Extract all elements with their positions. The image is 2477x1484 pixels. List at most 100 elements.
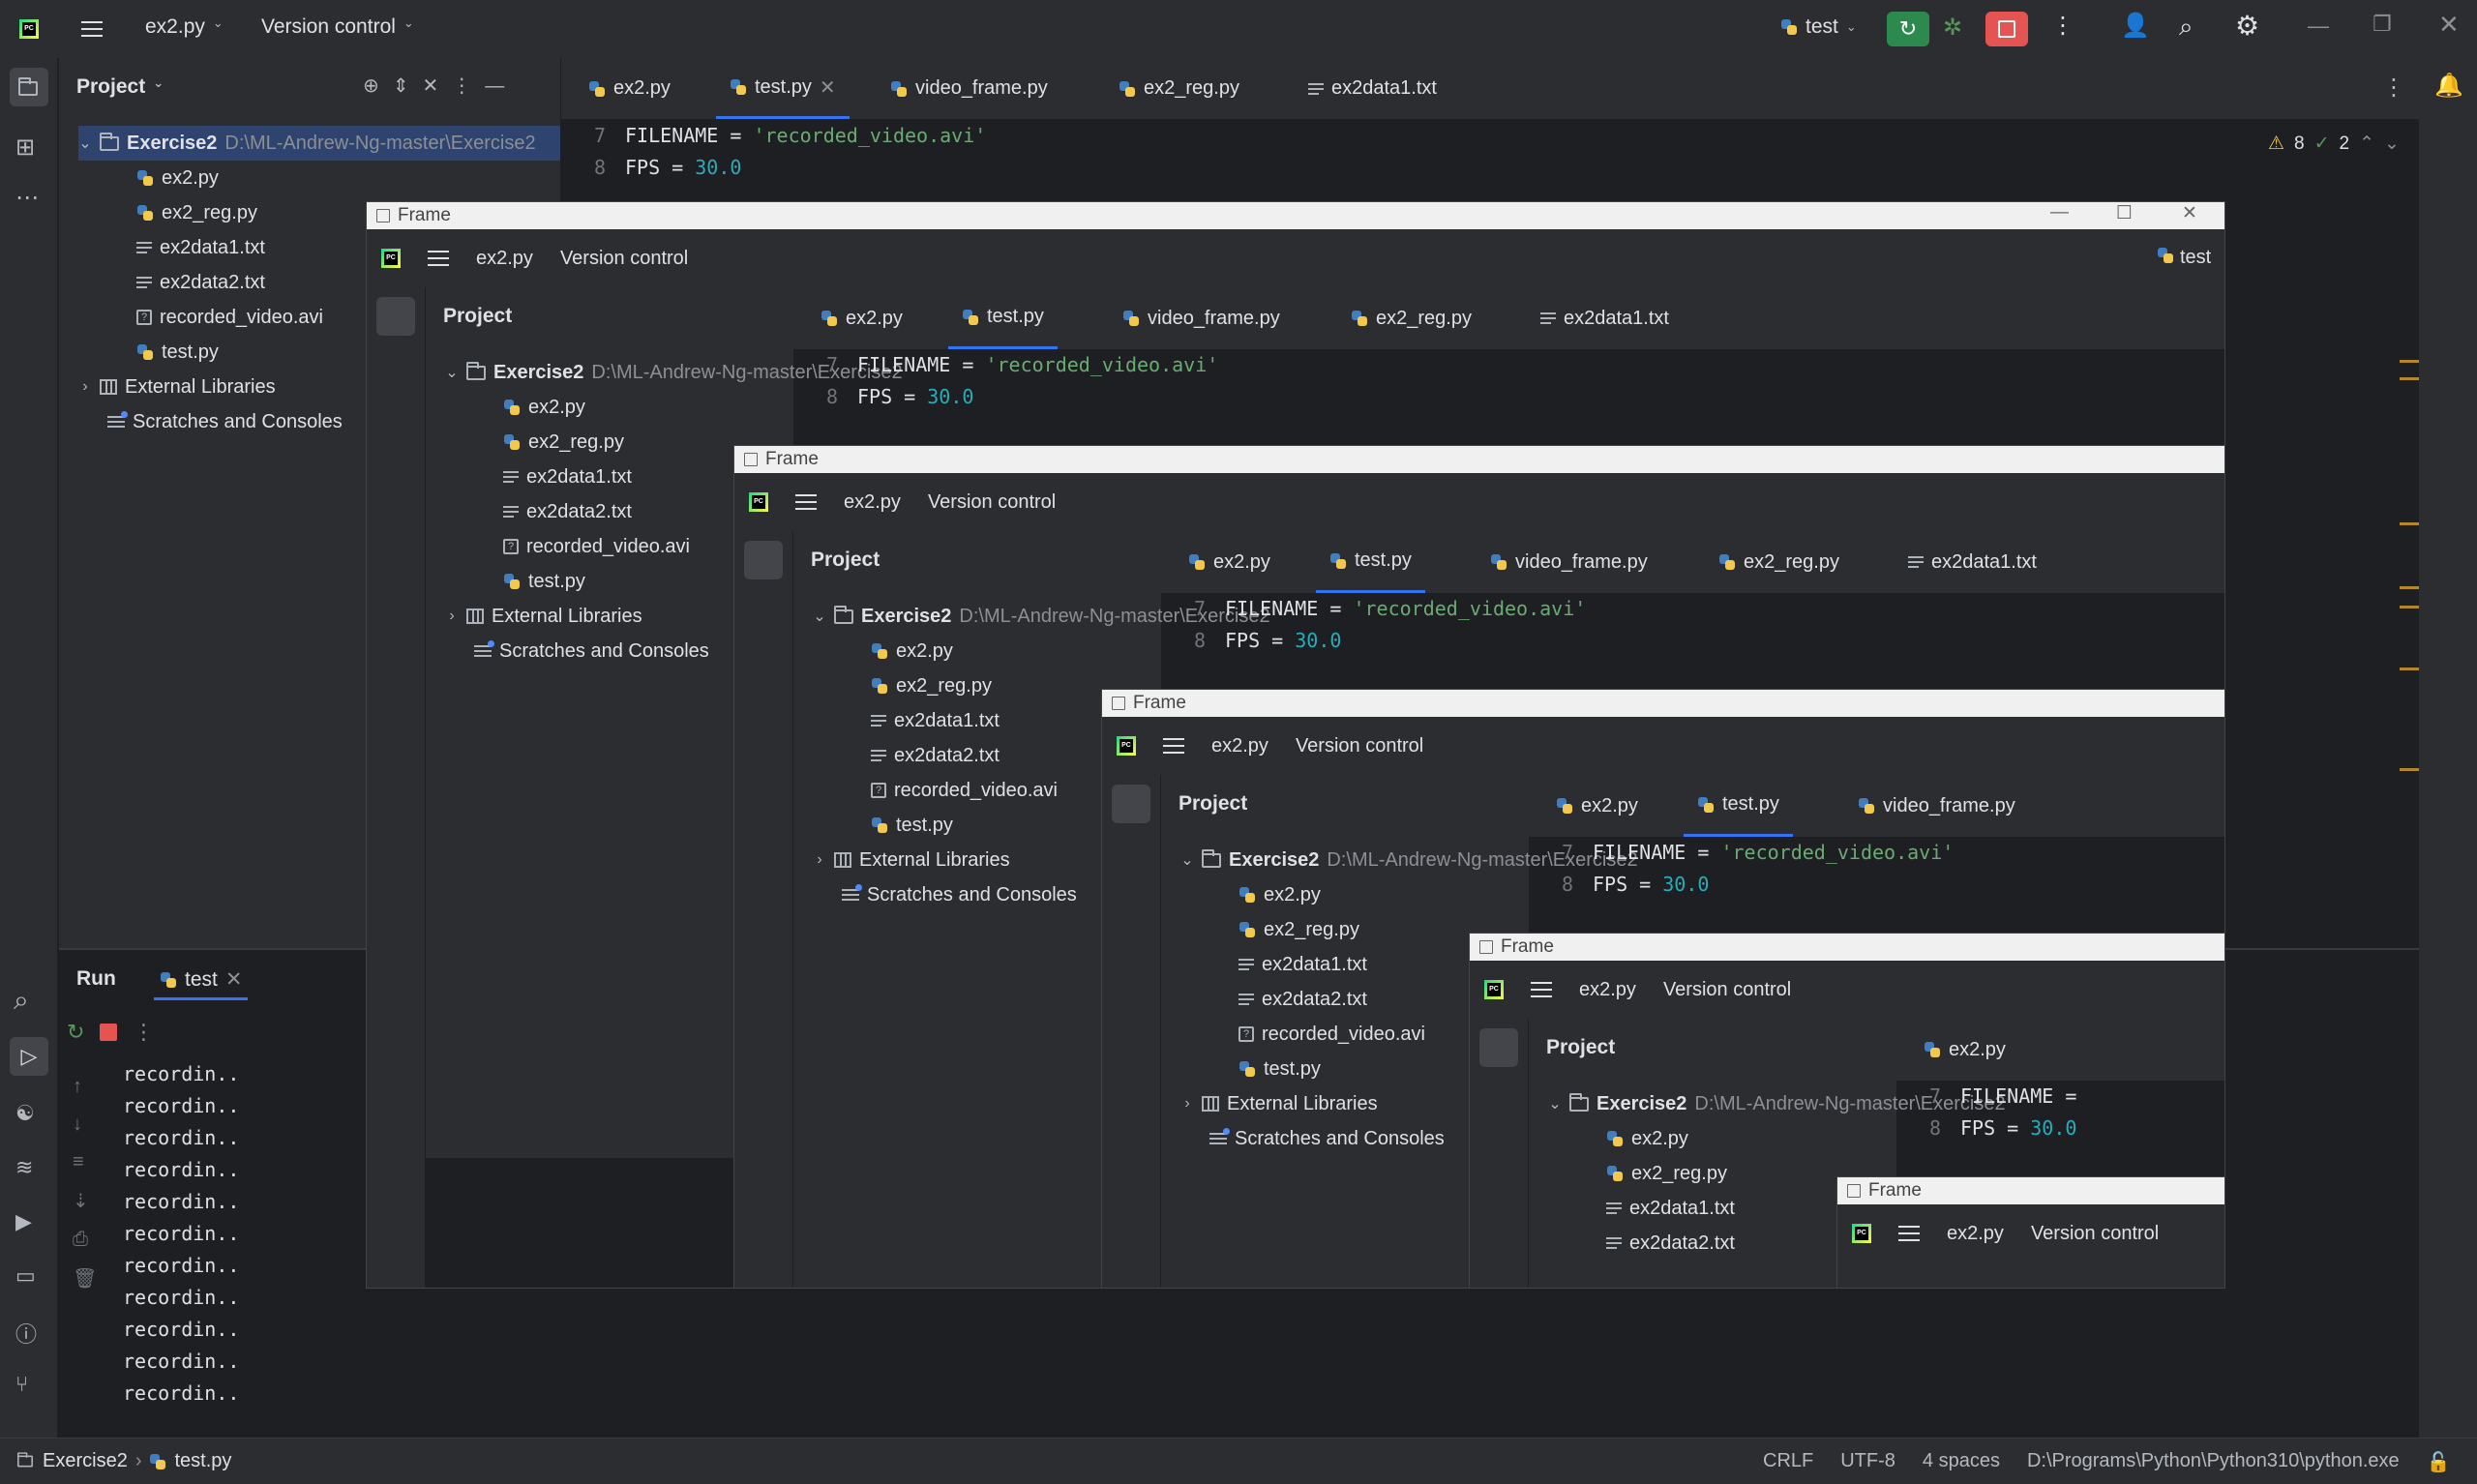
tree-root[interactable]: ⌄ Exercise2 D:\ML-Andrew-Ng-master\Exercis… <box>78 126 560 161</box>
python-file-icon <box>503 433 521 451</box>
notifications-bell-icon[interactable]: 🔔 <box>2434 72 2463 100</box>
vcs-selector[interactable]: Version control ⌄ <box>261 15 414 39</box>
main-menu-icon[interactable] <box>81 21 103 37</box>
tab-ex2[interactable]: ex2.py <box>575 58 684 119</box>
project-selector[interactable]: ex2.py ⌄ <box>145 15 224 39</box>
terminal-icon[interactable]: ▭ <box>15 1263 36 1289</box>
python-file-icon <box>136 204 154 222</box>
down-arrow-icon[interactable]: ↓ <box>73 1113 97 1136</box>
hide-icon[interactable]: — <box>485 75 504 98</box>
python-file-icon <box>136 343 154 361</box>
close-tab-icon[interactable]: ✕ <box>225 967 243 992</box>
close-tab-icon[interactable]: ✕ <box>820 75 836 100</box>
window-icon <box>1112 697 1125 710</box>
expand-all-icon[interactable]: ⇕ <box>393 74 409 98</box>
options-icon[interactable]: ⋮ <box>452 74 471 98</box>
tab-ex2-reg[interactable]: ex2_reg.py <box>1105 58 1253 119</box>
chevron-right-icon: › <box>82 378 88 395</box>
pycharm-logo-icon[interactable] <box>19 19 39 39</box>
collapse-all-icon[interactable]: ✕ <box>423 74 439 98</box>
tab-video-frame[interactable]: video_frame.py <box>877 58 1061 119</box>
trash-icon[interactable]: 🗑 <box>73 1266 97 1291</box>
frame-tool-strip <box>367 287 425 1288</box>
folder-icon <box>100 132 119 151</box>
problems-icon[interactable]: ⓘ <box>15 1318 37 1349</box>
unknown-file-icon: ? <box>871 783 886 798</box>
scroll-to-end-icon[interactable]: ⇣ <box>73 1189 97 1213</box>
tree-file-test[interactable]: test.py <box>136 335 219 370</box>
tree-file-ex2data2[interactable]: ex2data2.txt <box>136 265 265 300</box>
ok-icon: ✓ <box>2313 134 2330 154</box>
debug-button[interactable]: ✲ <box>1943 14 1962 42</box>
tree-file-ex2data1[interactable]: ex2data1.txt <box>136 230 265 265</box>
python-icon <box>2157 247 2174 264</box>
python-file-icon <box>1606 1165 1624 1182</box>
tree-file-ex2[interactable]: ex2.py <box>136 161 219 195</box>
structure-icon[interactable]: ⊞ <box>15 134 35 162</box>
folder-icon <box>1569 1092 1589 1112</box>
git-icon[interactable]: ⑂ <box>15 1372 28 1397</box>
indent-setting[interactable]: 4 spaces <box>1923 1450 2000 1474</box>
stop-button[interactable] <box>1985 12 2028 46</box>
restore-window-icon[interactable]: ❐ <box>2373 12 2392 37</box>
python-file-icon <box>871 677 888 695</box>
run-tab-test[interactable]: test ✕ <box>154 962 249 1000</box>
frame-editor: 7 FILENAME = 'recorded_video.avi' 8 FPS = … <box>825 353 1219 408</box>
tab-ex2data1[interactable]: ex2data1.txt <box>1295 58 1450 119</box>
up-arrow-icon[interactable]: ↑ <box>73 1076 97 1098</box>
python-interpreter[interactable]: D:\Programs\Python\Python310\python.exe <box>2027 1450 2400 1474</box>
unknown-file-icon: ? <box>136 310 152 325</box>
project-panel-title[interactable]: Project ⌄ <box>76 75 164 99</box>
tree-scratches[interactable]: Scratches and Consoles <box>107 404 343 439</box>
run-tool-icon[interactable]: ▷ <box>10 1037 48 1076</box>
python-file-icon <box>1697 796 1715 814</box>
more-actions-icon[interactable]: ⋮ <box>2051 12 2074 40</box>
frame-close-icon[interactable]: ✕ <box>2182 202 2197 224</box>
python-file-icon <box>871 642 888 660</box>
python-file-icon <box>1718 553 1736 571</box>
frame-minimize-icon[interactable]: — <box>2050 202 2069 223</box>
inspection-widget[interactable]: ⚠ 8 ✓ 2 ⌃ ⌄ <box>2268 128 2400 160</box>
stop-icon[interactable] <box>100 1024 118 1041</box>
rerun-icon[interactable]: ↻ <box>67 1020 84 1045</box>
search-icon[interactable]: ⌕ <box>2179 12 2193 43</box>
python-file-icon <box>871 816 888 834</box>
add-user-icon[interactable]: 👤 <box>2121 12 2150 40</box>
next-highlight-icon[interactable]: ⌄ <box>2384 128 2400 160</box>
tree-external-libraries[interactable]: › External Libraries <box>78 370 275 404</box>
frame-title-bar: Frame — ☐ ✕ <box>367 202 2224 229</box>
python-file-icon <box>1490 553 1507 571</box>
python-console-icon[interactable]: ☯ <box>15 1101 35 1126</box>
window-icon <box>744 453 758 466</box>
settings-gear-icon[interactable]: ⚙ <box>2235 10 2259 42</box>
tab-options-icon[interactable]: ⋮ <box>2382 74 2405 102</box>
run-console-output[interactable]: recordin.. recordin.. recordin.. recordi… <box>123 1058 239 1410</box>
project-panel-actions: ⊕ ⇕ ✕ ⋮ — <box>349 74 504 98</box>
text-file-icon <box>1606 1202 1622 1215</box>
layers-icon[interactable]: ≋ <box>15 1155 33 1180</box>
minimize-window-icon[interactable]: — <box>2308 14 2329 39</box>
frame-maximize-icon[interactable]: ☐ <box>2116 202 2133 224</box>
services-icon[interactable]: ▶ <box>15 1209 32 1234</box>
locate-icon[interactable]: ⊕ <box>363 74 379 98</box>
rerun-button[interactable]: ↻ <box>1887 12 1929 46</box>
tree-file-ex2-reg[interactable]: ex2_reg.py <box>136 195 257 230</box>
lock-icon[interactable]: 🔓 <box>2427 1450 2451 1474</box>
run-config-selector[interactable]: test ⌄ <box>1780 15 1857 39</box>
text-file-icon <box>1238 993 1254 1006</box>
python-file-icon <box>1858 797 1875 815</box>
tree-file-video[interactable]: ? recorded_video.avi <box>136 300 323 335</box>
run-actions: ↻ ⋮ <box>67 1020 154 1045</box>
print-icon[interactable]: ⎙ <box>73 1229 97 1251</box>
python-file-icon <box>962 309 979 326</box>
file-encoding[interactable]: UTF-8 <box>1840 1450 1895 1474</box>
close-window-icon[interactable]: ✕ <box>2438 10 2460 40</box>
tab-test[interactable]: test.py ✕ <box>716 58 850 119</box>
more-icon[interactable]: ⋮ <box>133 1020 154 1045</box>
more-tools-icon[interactable]: ⋯ <box>15 184 39 212</box>
prev-highlight-icon[interactable]: ⌃ <box>2359 128 2374 160</box>
line-separator[interactable]: CRLF <box>1763 1450 1813 1474</box>
project-tool-folder-icon[interactable] <box>10 68 48 106</box>
find-icon[interactable]: ⌕ <box>14 985 29 1017</box>
soft-wrap-icon[interactable]: ≡ <box>73 1151 97 1173</box>
